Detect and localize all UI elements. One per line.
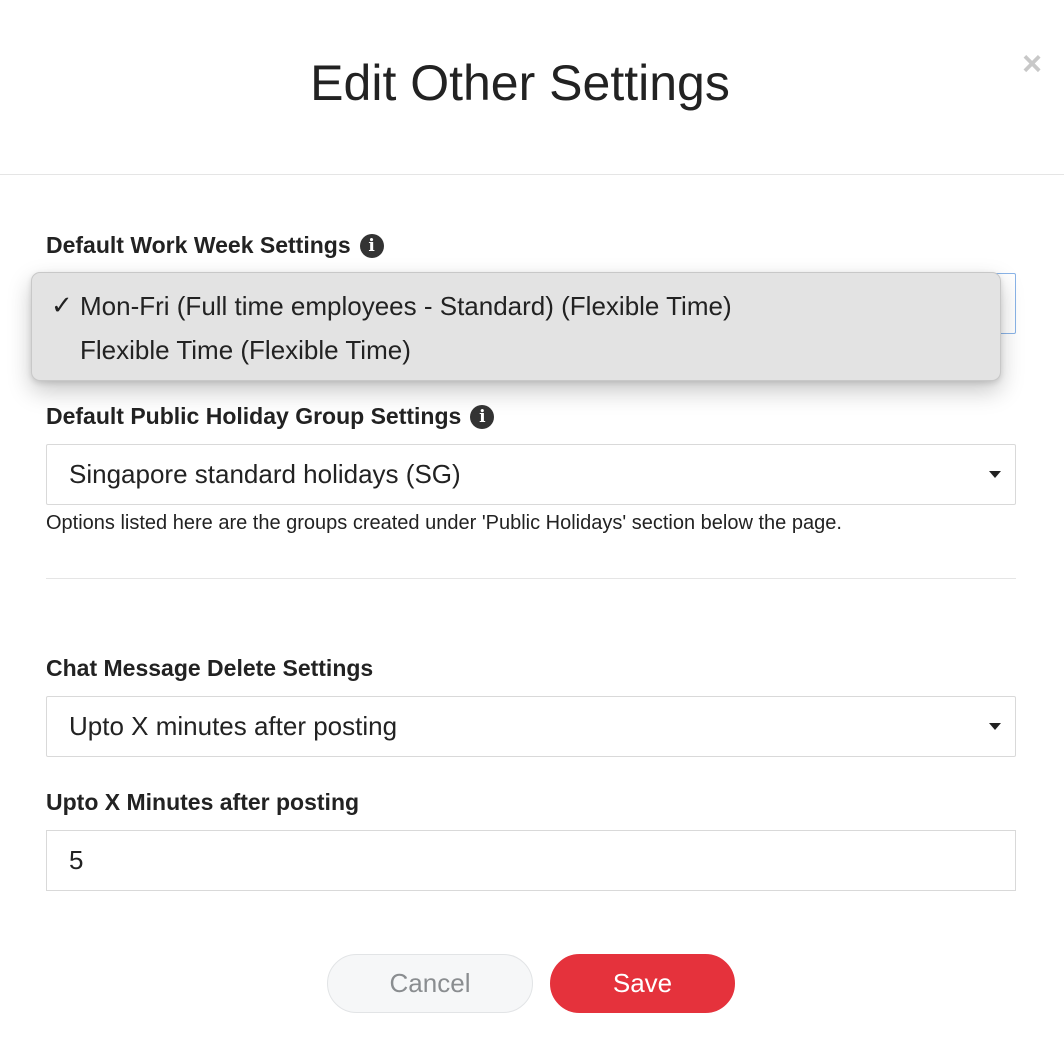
info-icon[interactable]: i	[470, 404, 495, 429]
public-holiday-select[interactable]: Singapore standard holidays (SG)	[46, 444, 1016, 505]
public-holiday-select-value: Singapore standard holidays (SG)	[69, 459, 461, 489]
edit-settings-modal: Edit Other Settings × Default Work Week …	[0, 0, 1064, 1062]
save-button[interactable]: Save	[550, 954, 735, 1013]
work-week-option[interactable]: ✓ Mon-Fri (Full time employees - Standar…	[32, 283, 1000, 327]
minutes-label-text: Upto X Minutes after posting	[46, 789, 360, 815]
chat-delete-label-text: Chat Message Delete Settings	[46, 655, 374, 681]
caret-down-icon	[989, 471, 1001, 478]
close-icon[interactable]: ×	[1016, 46, 1048, 82]
public-holiday-label: Default Public Holiday Group Settings i	[46, 403, 495, 430]
chat-delete-select[interactable]: Upto X minutes after posting	[46, 696, 1016, 757]
cancel-button[interactable]: Cancel	[327, 954, 533, 1013]
minutes-label: Upto X Minutes after posting	[46, 789, 359, 816]
public-holiday-helper-text: Options listed here are the groups creat…	[46, 512, 842, 534]
work-week-label: Default Work Week Settings i	[46, 232, 384, 259]
section-divider	[46, 578, 1016, 579]
modal-header: Edit Other Settings ×	[0, 0, 1064, 175]
work-week-option-label: Mon-Fri (Full time employees - Standard)…	[80, 291, 732, 321]
info-icon[interactable]: i	[359, 233, 384, 258]
work-week-dropdown-menu: ✓ Mon-Fri (Full time employees - Standar…	[31, 272, 1001, 381]
chat-delete-select-value: Upto X minutes after posting	[69, 711, 398, 741]
checkmark-icon: ✓	[51, 291, 73, 321]
minutes-input[interactable]	[46, 830, 1016, 891]
modal-title: Edit Other Settings	[310, 55, 730, 111]
public-holiday-label-text: Default Public Holiday Group Settings	[46, 403, 462, 429]
chat-delete-label: Chat Message Delete Settings	[46, 655, 373, 682]
caret-down-icon	[989, 723, 1001, 730]
work-week-option[interactable]: Flexible Time (Flexible Time)	[32, 327, 1000, 371]
work-week-option-label: Flexible Time (Flexible Time)	[80, 335, 411, 365]
work-week-label-text: Default Work Week Settings	[46, 232, 351, 258]
